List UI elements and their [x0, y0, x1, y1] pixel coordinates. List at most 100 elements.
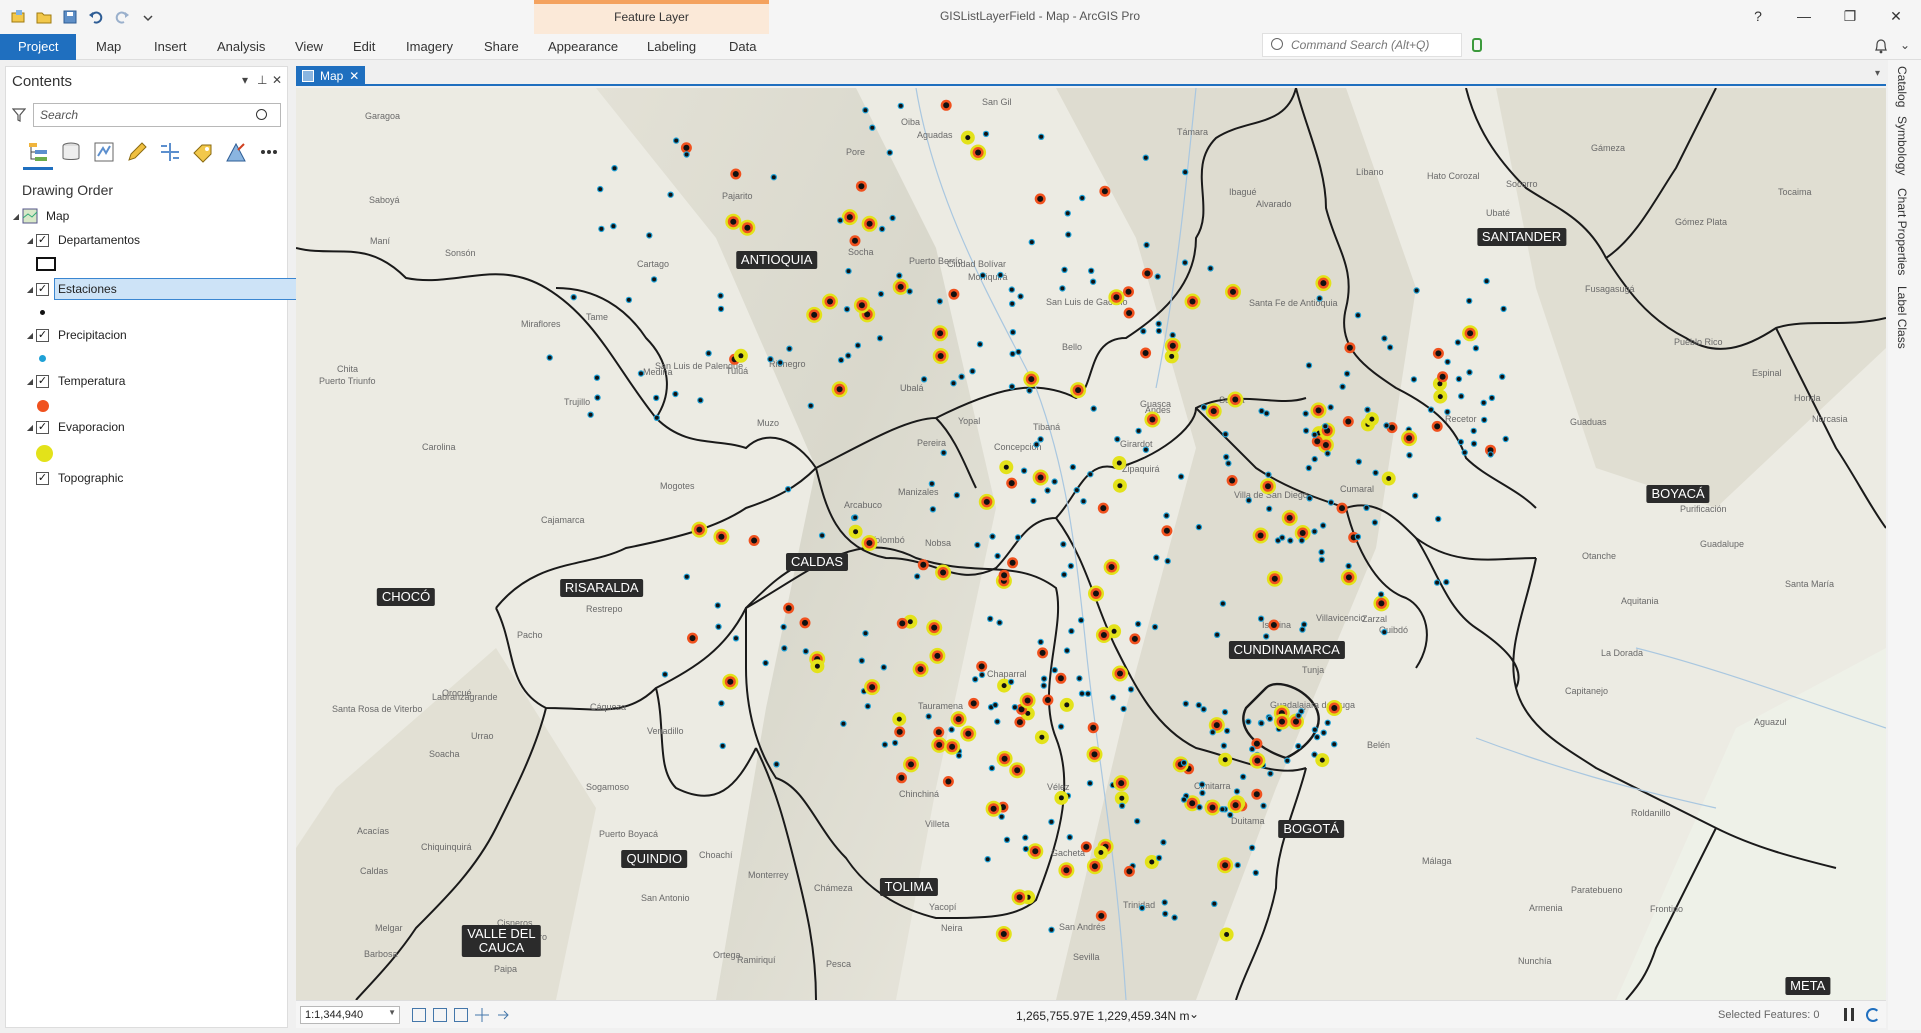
- station-point[interactable]: [1401, 430, 1418, 447]
- close-pane-icon[interactable]: ✕: [272, 73, 282, 87]
- station-point[interactable]: [784, 486, 792, 493]
- notifications-icon[interactable]: [1874, 38, 1888, 54]
- station-point[interactable]: [1462, 325, 1479, 342]
- station-point[interactable]: [1182, 168, 1189, 176]
- station-point[interactable]: [1023, 371, 1040, 388]
- station-point[interactable]: [1151, 623, 1159, 631]
- station-point[interactable]: [1443, 578, 1450, 586]
- tab-data[interactable]: Data: [719, 34, 766, 60]
- station-point[interactable]: [715, 623, 722, 630]
- station-point[interactable]: [858, 657, 865, 664]
- expand-arrow-icon[interactable]: ◢: [10, 212, 22, 221]
- minimize-button[interactable]: —: [1784, 4, 1824, 28]
- station-point[interactable]: [1266, 505, 1273, 512]
- pin-icon[interactable]: ⊥: [257, 73, 267, 87]
- station-point[interactable]: [732, 635, 740, 642]
- list-by-snapping-icon[interactable]: [158, 140, 182, 164]
- station-point[interactable]: [917, 559, 929, 571]
- station-point[interactable]: [1458, 393, 1465, 400]
- station-point[interactable]: [1319, 522, 1327, 529]
- station-point[interactable]: [1480, 399, 1487, 406]
- station-point[interactable]: [1363, 504, 1370, 511]
- station-point[interactable]: [767, 356, 774, 363]
- layer-visibility-checkbox[interactable]: ✓: [36, 471, 49, 485]
- station-point[interactable]: [1364, 406, 1371, 413]
- expand-arrow-icon[interactable]: ◢: [24, 331, 36, 340]
- station-point[interactable]: [1336, 502, 1348, 514]
- station-point[interactable]: [1129, 633, 1141, 645]
- station-point[interactable]: [1044, 487, 1051, 494]
- layer-visibility-checkbox[interactable]: ✓: [36, 328, 49, 342]
- station-point[interactable]: [1470, 427, 1477, 435]
- station-point[interactable]: [733, 348, 748, 363]
- station-point[interactable]: [1223, 453, 1230, 461]
- station-point[interactable]: [1034, 730, 1049, 745]
- chevron-down-icon[interactable]: ⌄: [1900, 38, 1910, 52]
- station-point[interactable]: [896, 617, 908, 629]
- station-point[interactable]: [1327, 499, 1335, 506]
- station-point[interactable]: [896, 772, 907, 784]
- station-point[interactable]: [1225, 283, 1241, 300]
- station-point[interactable]: [996, 619, 1003, 626]
- station-point[interactable]: [864, 703, 871, 710]
- station-point[interactable]: [1113, 775, 1130, 792]
- station-point[interactable]: [661, 671, 669, 678]
- station-point[interactable]: [894, 726, 906, 738]
- station-point[interactable]: [1059, 285, 1066, 292]
- station-point[interactable]: [719, 742, 726, 750]
- station-point[interactable]: [1063, 647, 1071, 654]
- station-point[interactable]: [1161, 899, 1168, 906]
- station-point[interactable]: [653, 394, 660, 402]
- station-point[interactable]: [1008, 286, 1015, 293]
- station-point[interactable]: [1381, 628, 1388, 636]
- station-point[interactable]: [936, 298, 943, 305]
- station-point[interactable]: [1199, 789, 1206, 797]
- station-point[interactable]: [1245, 497, 1252, 504]
- station-point[interactable]: [625, 296, 633, 304]
- station-point[interactable]: [855, 180, 867, 192]
- station-point[interactable]: [948, 288, 960, 300]
- station-point[interactable]: [896, 272, 903, 279]
- more-options-icon[interactable]: [257, 140, 281, 164]
- station-point[interactable]: [1219, 600, 1227, 607]
- station-point[interactable]: [944, 738, 961, 755]
- station-point[interactable]: [1019, 692, 1036, 709]
- station-point[interactable]: [892, 712, 907, 727]
- chevron-down-icon[interactable]: ▼: [388, 1008, 396, 1017]
- customize-qat-icon[interactable]: [140, 9, 156, 25]
- station-point[interactable]: [1033, 441, 1040, 448]
- station-point[interactable]: [1410, 376, 1418, 383]
- station-point[interactable]: [1252, 869, 1259, 876]
- station-point[interactable]: [1195, 523, 1203, 531]
- station-point[interactable]: [1014, 534, 1022, 541]
- station-point[interactable]: [1195, 701, 1202, 709]
- station-point[interactable]: [1455, 375, 1463, 383]
- station-point[interactable]: [1311, 431, 1318, 438]
- station-point[interactable]: [1040, 675, 1048, 682]
- station-point[interactable]: [1086, 780, 1094, 787]
- station-point[interactable]: [1022, 845, 1029, 853]
- station-point[interactable]: [1009, 350, 1016, 358]
- station-point[interactable]: [1320, 729, 1327, 736]
- point-symbol-icon[interactable]: [36, 445, 53, 462]
- station-point[interactable]: [770, 174, 777, 181]
- station-point[interactable]: [650, 276, 658, 283]
- station-point[interactable]: [1266, 570, 1283, 587]
- station-point[interactable]: [995, 926, 1012, 942]
- tab-insert[interactable]: Insert: [144, 34, 197, 60]
- list-by-drawing-order-icon[interactable]: [23, 140, 53, 170]
- station-point[interactable]: [1381, 471, 1396, 486]
- station-point[interactable]: [1155, 854, 1163, 862]
- station-point[interactable]: [1322, 423, 1329, 430]
- station-point[interactable]: [1007, 678, 1015, 686]
- expand-arrow-icon[interactable]: ◢: [24, 377, 36, 386]
- station-point[interactable]: [783, 602, 795, 614]
- scale-selector[interactable]: 1:1,344,940 ▼: [300, 1006, 400, 1024]
- map-view-tab[interactable]: Map ✕: [296, 66, 366, 86]
- station-point[interactable]: [1034, 193, 1046, 205]
- station-point[interactable]: [1134, 818, 1141, 825]
- station-point[interactable]: [940, 449, 947, 456]
- station-point[interactable]: [849, 235, 861, 247]
- station-point[interactable]: [1086, 858, 1103, 875]
- list-by-labeling-icon[interactable]: [191, 140, 215, 164]
